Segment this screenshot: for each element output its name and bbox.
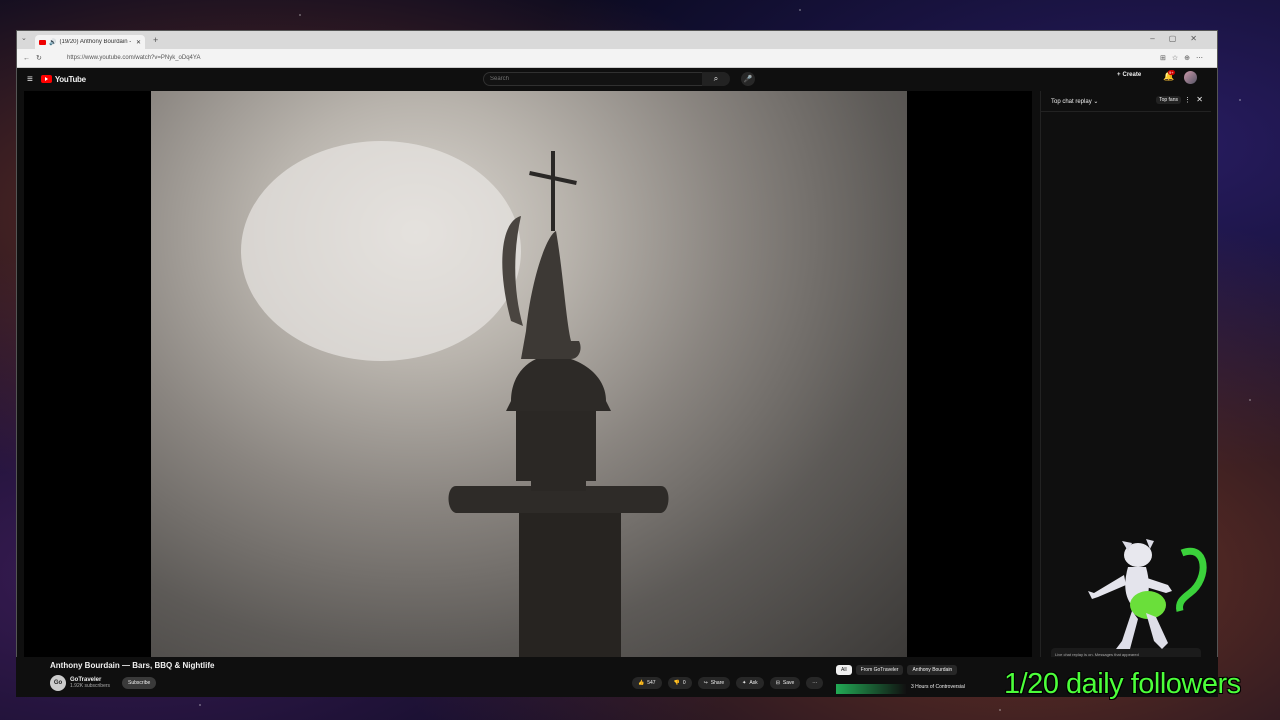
daily-followers-counter: 1/20 daily followers: [1004, 668, 1241, 700]
thumbs-up-icon: 👍: [638, 680, 645, 686]
video-title: Anthony Bourdain — Bars, BBQ & Nightlife: [50, 661, 215, 670]
like-count: 547: [647, 680, 656, 686]
top-fans-badge[interactable]: Top fans: [1156, 96, 1181, 104]
microphone-icon[interactable]: 🎤: [741, 72, 755, 86]
bookmark-icon: ⊟: [775, 680, 780, 686]
more-actions-button[interactable]: ···: [806, 677, 824, 689]
nav-buttons[interactable]: ←↻: [17, 54, 67, 62]
tab-list-icon[interactable]: ⌄: [21, 34, 27, 42]
chat-mode-label: Top chat replay: [1051, 98, 1092, 105]
recommendation-item[interactable]: 3 Hours of Controversial: [836, 684, 965, 694]
youtube-play-icon: [40, 75, 52, 83]
share-button[interactable]: ↪ Share: [697, 677, 731, 689]
speaker-icon[interactable]: 🔊: [49, 39, 56, 46]
close-chat-icon[interactable]: ✕: [1196, 95, 1203, 104]
chat-mode-select[interactable]: Top chat replay ⌄: [1051, 98, 1098, 105]
chip-all[interactable]: All: [836, 665, 852, 675]
search-icon[interactable]: ⌕: [702, 72, 730, 86]
create-button[interactable]: + Create: [1117, 72, 1141, 78]
search-box: ⌕: [483, 72, 730, 86]
dislike-button[interactable]: 👎 0: [667, 677, 692, 689]
avatar[interactable]: [1184, 71, 1197, 84]
window-controls[interactable]: –▢✕: [1150, 34, 1211, 43]
ask-button[interactable]: ✦ Ask: [736, 677, 764, 689]
logo-text: YouTube: [54, 74, 86, 84]
statue-silhouette: [241, 141, 669, 657]
video-player[interactable]: Go: [24, 91, 1032, 657]
chip-from-channel[interactable]: From GoTraveler: [855, 665, 904, 675]
save-button[interactable]: ⊟ Save: [769, 677, 801, 689]
search-input[interactable]: [488, 75, 692, 83]
ask-label: Ask: [749, 680, 758, 686]
share-label: Share: [710, 680, 725, 686]
new-tab-button[interactable]: +: [153, 35, 158, 45]
recommendation-title[interactable]: 3 Hours of Controversial: [911, 684, 965, 694]
chevron-down-icon: ⌄: [1093, 98, 1099, 105]
channel-avatar[interactable]: Go: [50, 675, 66, 691]
video-actions: 👍 547 👎 0 ↪ Share ✦ Ask ⊟ Save ···: [632, 677, 824, 689]
channel-text: GoTraveler 1.92K subscribers: [70, 677, 110, 689]
more-options-icon[interactable]: ⋮: [1184, 96, 1191, 104]
chat-header: Top chat replay ⌄ Top fans ⋮ ✕: [1041, 91, 1211, 112]
channel-row: Go GoTraveler 1.92K subscribers Subscrib…: [50, 675, 157, 691]
notifications-bell-icon[interactable]: 🔔 9+: [1163, 70, 1175, 82]
video-frame[interactable]: Go: [151, 91, 907, 657]
extensions-icons[interactable]: ⊞☆⊕⋯: [1160, 54, 1217, 62]
menu-icon[interactable]: ≡: [27, 74, 33, 85]
create-label: Create: [1122, 72, 1142, 78]
recommendation-thumbnail[interactable]: [836, 684, 906, 694]
mewtwo-mascot: [1088, 539, 1207, 649]
plus-icon: +: [1117, 72, 1121, 78]
subscriber-count: 1.92K subscribers: [70, 683, 111, 689]
youtube-favicon-icon: [39, 39, 46, 45]
chip-anthony-bourdain[interactable]: Anthony Bourdain: [907, 665, 958, 675]
subscribe-button[interactable]: Subscribe: [122, 677, 157, 689]
dislike-count: 0: [682, 680, 686, 686]
youtube-header: ≡ YouTube ⌕ 🎤 + Create 🔔9+: [17, 68, 1217, 90]
share-icon: ↪: [703, 680, 708, 686]
like-button[interactable]: 👍 547: [632, 677, 662, 689]
tab-title: (19/20) Anthony Bourdain -: [59, 39, 132, 45]
tab-bar: ⌄ 🔊 (19/20) Anthony Bourdain - ✕ + –▢✕: [17, 31, 1217, 49]
url-field[interactable]: https://www.youtube.com/watch?v=PNyk_oDq…: [67, 55, 1160, 61]
notification-badge: 9+: [1168, 70, 1175, 75]
close-tab-icon[interactable]: ✕: [136, 39, 141, 46]
address-bar: ←↻ https://www.youtube.com/watch?v=PNyk_…: [17, 49, 1217, 68]
browser-tab[interactable]: 🔊 (19/20) Anthony Bourdain - ✕: [35, 35, 145, 49]
sparkle-icon: ✦: [742, 680, 747, 686]
youtube-logo[interactable]: YouTube: [40, 74, 86, 84]
thumbs-down-icon: 👎: [673, 680, 680, 686]
recommendation-chips: All From GoTraveler Anthony Bourdain: [836, 665, 958, 675]
save-label: Save: [782, 680, 795, 686]
